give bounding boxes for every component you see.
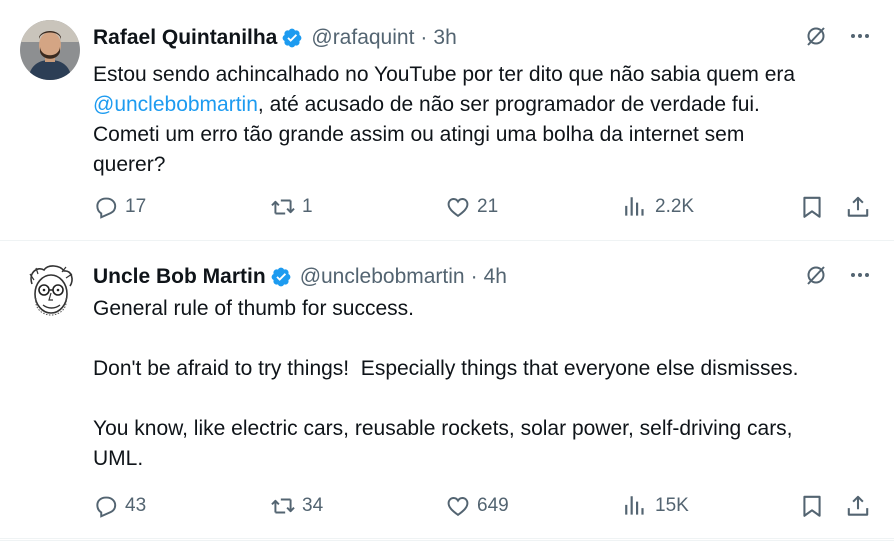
reply-count: 43 bbox=[125, 495, 147, 516]
share-button[interactable] bbox=[845, 493, 871, 519]
bookmark-button[interactable] bbox=[799, 194, 825, 220]
author-handle[interactable]: @rafaquint bbox=[311, 26, 414, 50]
top-actions bbox=[804, 263, 872, 287]
bookmark-button[interactable] bbox=[799, 493, 825, 519]
views-count: 15K bbox=[655, 495, 689, 516]
avatar[interactable] bbox=[20, 262, 80, 322]
avatar[interactable] bbox=[20, 20, 80, 80]
reply-button[interactable]: 43 bbox=[93, 493, 146, 519]
retweet-button[interactable]: 34 bbox=[270, 493, 323, 519]
verified-badge-icon bbox=[270, 266, 292, 288]
reply-count: 17 bbox=[125, 196, 147, 217]
grok-icon[interactable] bbox=[804, 24, 828, 48]
timestamp[interactable]: 3h bbox=[433, 26, 456, 50]
tweet-rafael[interactable]: Rafael Quintanilha @rafaquint · 3h Estou… bbox=[0, 0, 894, 241]
divider bbox=[0, 540, 894, 541]
bookmark-icon bbox=[799, 493, 825, 519]
views-button[interactable]: 2.2K bbox=[623, 194, 694, 220]
separator-dot: · bbox=[420, 26, 428, 49]
retweet-button[interactable]: 1 bbox=[270, 194, 313, 220]
author-name[interactable]: Uncle Bob Martin bbox=[93, 265, 266, 289]
reply-icon bbox=[93, 493, 119, 519]
tweet-unclebob[interactable]: Uncle Bob Martin @unclebobmartin · 4h Ge… bbox=[0, 241, 894, 539]
mention-link[interactable]: @unclebobmartin bbox=[93, 93, 258, 116]
verified-badge-icon bbox=[281, 27, 303, 49]
like-count: 649 bbox=[477, 495, 509, 516]
views-icon bbox=[623, 493, 649, 519]
share-icon bbox=[845, 493, 871, 519]
separator-dot: · bbox=[470, 265, 478, 288]
more-icon[interactable] bbox=[848, 24, 872, 48]
retweet-icon bbox=[270, 194, 296, 220]
like-icon bbox=[445, 194, 471, 220]
retweet-count: 1 bbox=[302, 196, 313, 217]
like-button[interactable]: 649 bbox=[445, 493, 509, 519]
tweet-text-part: Estou sendo achincalhado no YouTube por … bbox=[93, 63, 796, 86]
views-count: 2.2K bbox=[655, 196, 695, 217]
views-icon bbox=[623, 194, 649, 220]
reply-button[interactable]: 17 bbox=[93, 194, 146, 220]
tweet-actions: 17 1 21 2.2K bbox=[93, 194, 873, 224]
author-name[interactable]: Rafael Quintanilha bbox=[93, 26, 277, 50]
grok-icon[interactable] bbox=[804, 263, 828, 287]
more-icon[interactable] bbox=[848, 263, 872, 287]
retweet-count: 34 bbox=[302, 495, 324, 516]
like-icon bbox=[445, 493, 471, 519]
like-count: 21 bbox=[477, 196, 499, 217]
reply-icon bbox=[93, 194, 119, 220]
tweet-text: General rule of thumb for success. Don't… bbox=[93, 297, 799, 470]
timestamp[interactable]: 4h bbox=[484, 265, 507, 289]
tweet-header: Rafael Quintanilha @rafaquint · 3h bbox=[93, 24, 457, 52]
share-icon bbox=[845, 194, 871, 220]
like-button[interactable]: 21 bbox=[445, 194, 498, 220]
author-handle[interactable]: @unclebobmartin bbox=[300, 265, 465, 289]
share-button[interactable] bbox=[845, 194, 871, 220]
avatar-photo bbox=[20, 20, 80, 80]
retweet-icon bbox=[270, 493, 296, 519]
tweet-actions: 43 34 649 15K bbox=[93, 493, 873, 523]
views-button[interactable]: 15K bbox=[623, 493, 689, 519]
tweet-header: Uncle Bob Martin @unclebobmartin · 4h bbox=[93, 263, 507, 291]
top-actions bbox=[804, 24, 872, 48]
bookmark-icon bbox=[799, 194, 825, 220]
tweet-text: Estou sendo achincalhado no YouTube por … bbox=[93, 60, 873, 180]
avatar-caricature bbox=[20, 262, 80, 322]
